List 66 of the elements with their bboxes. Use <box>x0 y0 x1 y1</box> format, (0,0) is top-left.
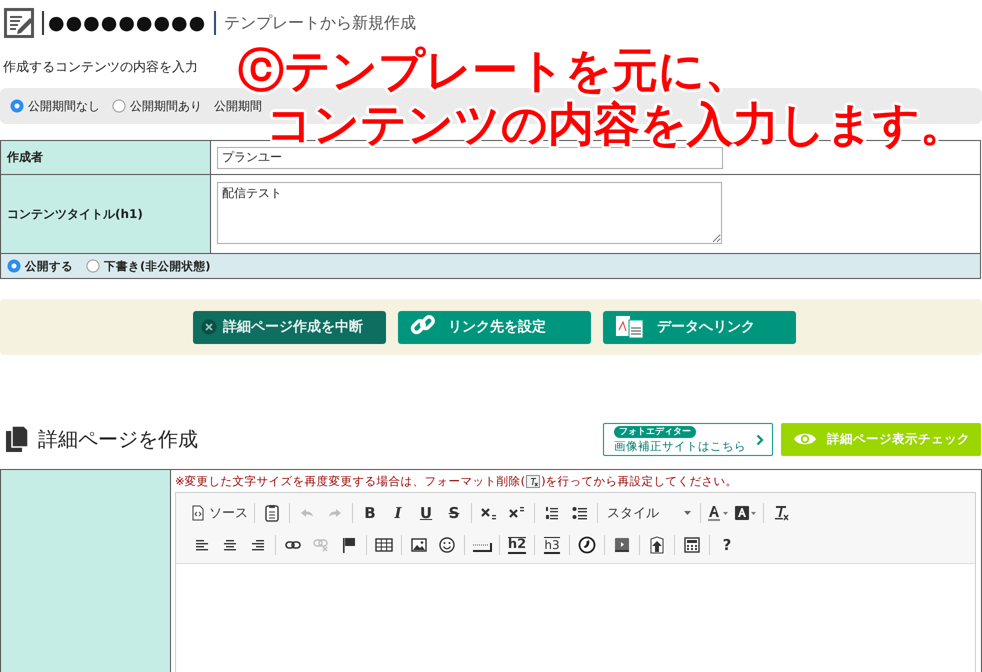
field-label: 公開期間 <box>214 98 262 114</box>
radio-button[interactable] <box>86 259 100 273</box>
radio-button[interactable] <box>10 99 24 113</box>
bullet-list-icon <box>572 506 588 520</box>
instruction-text: 作成するコンテンツの内容を入力 <box>3 59 198 76</box>
document-icon <box>615 314 645 340</box>
remove-format-icon <box>526 475 540 488</box>
subscript-icon <box>481 506 497 520</box>
source-button[interactable]: ソース <box>188 500 251 526</box>
source-icon <box>191 505 205 521</box>
flag-icon <box>342 537 356 553</box>
title-textarea[interactable]: 配信テスト <box>217 182 722 244</box>
image-icon <box>411 538 427 552</box>
site-name: ●●●●●●●●● <box>42 11 216 35</box>
annotation-text: ⓒテンプレートを元に、 <box>238 44 752 96</box>
text-color-icon <box>707 505 729 521</box>
section-title: 詳細ページを作成 <box>38 426 199 452</box>
close-icon <box>201 319 217 335</box>
remove-format-icon <box>773 505 789 521</box>
redo-icon <box>328 508 342 518</box>
field-label: コンテンツタイトル(h1) <box>0 174 210 254</box>
superscript-icon <box>509 506 525 520</box>
edit-icon <box>4 8 34 38</box>
caret-icon <box>684 511 691 515</box>
radio-option[interactable]: 公開期間あり <box>112 98 202 114</box>
link-icon <box>285 540 301 550</box>
toolbar-button[interactable]: ? <box>713 532 741 558</box>
page-title: テンプレートから新規作成 <box>224 12 416 34</box>
radio-option[interactable]: 公開期間なし <box>10 98 100 114</box>
radio-label: 公開期間なし <box>28 98 100 114</box>
radio-label: 公開する <box>25 258 73 274</box>
radio-label: 公開期間あり <box>130 98 202 114</box>
toolbar-button[interactable]: h2 <box>503 532 531 558</box>
background-color-icon <box>735 505 757 521</box>
toolbar-button[interactable]: S <box>440 500 468 526</box>
toolbar-button[interactable]: I <box>384 500 412 526</box>
align-left-icon <box>195 539 209 551</box>
photo-editor-link[interactable]: フォトエディター 画像補正サイトはこちら <box>603 422 773 456</box>
eye-icon <box>793 431 817 447</box>
table-icon <box>375 538 393 552</box>
unlink-icon <box>313 538 329 552</box>
field-label: 作成者 <box>0 140 210 174</box>
radio-button[interactable] <box>112 99 126 113</box>
badge: フォトエディター <box>614 426 696 438</box>
undo-icon <box>300 508 314 518</box>
video-icon <box>614 537 630 553</box>
upload-icon <box>649 536 665 554</box>
template-icon <box>684 537 700 553</box>
radio-option[interactable]: 公開する <box>7 258 73 274</box>
align-center-icon <box>223 539 237 551</box>
clipboard-icon <box>265 504 279 522</box>
chevron-icon <box>756 434 764 446</box>
action-button[interactable]: 詳細ページ作成を中断 <box>193 310 386 344</box>
toolbar-button[interactable]: h3 <box>538 532 566 558</box>
numbered-list-icon <box>545 506 559 520</box>
smiley-icon <box>439 537 455 553</box>
documents-icon <box>4 425 30 453</box>
radio-button[interactable] <box>7 259 21 273</box>
toolbar-button[interactable]: B <box>356 500 384 526</box>
phone-icon <box>578 536 596 554</box>
action-button[interactable]: データへリンク <box>603 310 796 344</box>
action-button[interactable]: リンク先を設定 <box>398 310 591 344</box>
notice-text: ※変更した文字サイズを再度変更する場合は、フォーマット削除( )を行ってから再設定してください。 <box>175 473 739 490</box>
style-dropdown[interactable]: スタイル <box>601 500 697 526</box>
toolbar-button[interactable]: U <box>412 500 440 526</box>
align-right-icon <box>251 539 265 551</box>
